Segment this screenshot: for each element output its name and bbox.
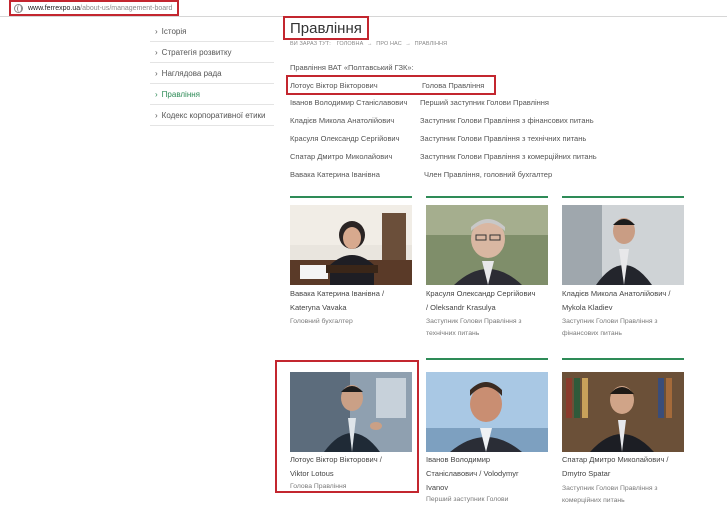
sidebar-item-label: Історія (161, 26, 187, 36)
sidebar-item-management-board[interactable]: › Правління (150, 84, 274, 105)
card-position-line: Заступник Голови Правління з (562, 485, 658, 492)
sidebar-item-label: Наглядова рада (161, 68, 222, 78)
card-position-line: комерційних питань (562, 496, 625, 504)
card-name-line: Іванов Володимир (426, 455, 491, 464)
address-bar[interactable]: www.ferrexpo.ua/about-us/management-boar… (9, 0, 179, 16)
card-name-line: Красуля Олександр Сергійович (426, 289, 536, 298)
card-name[interactable]: Красуля Олександр Сергійович / Oleksandr… (426, 287, 554, 315)
sidebar-item-ethics-code[interactable]: › Кодекс корпоративної етики (150, 105, 274, 126)
card-position: Заступник Голови Правління з фінансових … (562, 316, 690, 339)
breadcrumb-about[interactable]: Про нас (376, 41, 402, 47)
card-name-line: Dmytro Spatar (562, 469, 611, 478)
sidebar-item-label: Стратегія розвитку (161, 47, 232, 57)
card-accent-line (426, 358, 548, 360)
card-name-line: Кладієв Микола Анатолійович / (562, 289, 671, 298)
card-name[interactable]: Кладієв Микола Анатолійович / Mykola Kla… (562, 287, 690, 315)
breadcrumb-current: Правління (414, 41, 448, 47)
member-name: Кладієв Микола Анатолійович (290, 116, 395, 125)
card-name[interactable]: Вавака Катерина Іванівна / Kateryna Vava… (290, 287, 418, 315)
card-name-line: Станіславович / Volodymyr (426, 469, 519, 478)
card-name-line: Mykola Kladiev (562, 303, 613, 312)
sidebar-item-label: Правління (161, 89, 200, 99)
card-accent-line (562, 358, 684, 360)
url-path: /about-us/management-board (80, 4, 173, 12)
sidebar-item-strategy[interactable]: › Стратегія розвитку (150, 42, 274, 63)
globe-icon (14, 3, 23, 13)
member-position: Перший заступник Голови Правління (420, 98, 549, 107)
url-host: www.ferrexpo.ua (28, 4, 81, 12)
card-position: Перший заступник Голови (426, 494, 554, 506)
card-name-line: Ivanov (426, 483, 449, 492)
member-name: Лотоус Віктор Вікторович (290, 81, 378, 90)
sidebar-item-supervisory-board[interactable]: › Наглядова рада (150, 63, 274, 84)
member-position: Заступник Голови Правління з фінансових … (420, 116, 594, 125)
sidebar-item-history[interactable]: › Історія (150, 21, 274, 42)
browser-toolbar: www.ferrexpo.ua/about-us/management-boar… (0, 0, 727, 17)
member-position: Член Правління, головний бухгалтер (424, 170, 553, 179)
organization-heading: Правління ВАТ «Полтавський ГЗК»: (290, 63, 414, 72)
profile-photo (426, 372, 548, 452)
breadcrumb-prefix: Ви зараз тут: (290, 41, 331, 47)
chevron-right-icon: › (155, 89, 158, 99)
card-name-line: Вавака Катерина Іванівна / (290, 289, 385, 298)
chevron-right-icon: › (155, 68, 158, 78)
member-position: Заступник Голови Правління з технічних п… (420, 134, 587, 143)
card-name-line: Спатар Дмитро Миколайович / (562, 455, 669, 464)
highlight-frame (275, 360, 419, 493)
sidebar-item-label: Кодекс корпоративної етики (161, 110, 266, 120)
card-name[interactable]: Іванов Володимир Станіславович / Volodym… (426, 453, 554, 495)
card-position: Головний бухгалтер (290, 316, 418, 328)
card-position: Заступник Голови Правління з технічних п… (426, 316, 554, 339)
card-position-line: фінансових питань (562, 329, 622, 337)
profile-photo (290, 205, 412, 285)
card-position-line: Заступник Голови Правління з (426, 318, 522, 325)
member-name: Красуля Олександр Сергійович (290, 134, 400, 143)
chevron-right-icon: › (155, 110, 158, 120)
card-name[interactable]: Спатар Дмитро Миколайович / Dmytro Spata… (562, 453, 690, 481)
profile-photo (562, 205, 684, 285)
breadcrumb: Ви зараз тут: Головна → Про нас → Правлі… (290, 41, 448, 47)
card-name-line: / Oleksandr Krasulya (426, 303, 496, 312)
member-position: Заступник Голови Правління з комерційних… (420, 152, 597, 161)
member-name: Іванов Володимир Станіславович (290, 98, 408, 107)
page-title: Правління (283, 16, 369, 40)
member-position: Голова Правління (422, 81, 485, 90)
profile-photo (562, 372, 684, 452)
card-accent-line (562, 196, 684, 198)
card-name-line: Kateryna Vavaka (290, 303, 347, 312)
address-url: www.ferrexpo.ua/about-us/management-boar… (28, 5, 172, 12)
card-accent-line (426, 196, 548, 198)
card-accent-line (290, 196, 412, 198)
member-name: Спатар Дмитро Миколайович (290, 152, 393, 161)
card-position: Заступник Голови Правління з комерційних… (562, 483, 690, 506)
chevron-right-icon: › (155, 47, 158, 57)
chevron-right-icon: › (155, 26, 158, 36)
member-name: Вавака Катерина Іванівна (290, 170, 380, 179)
breadcrumb-home[interactable]: Головна (337, 41, 364, 47)
card-position-line: Заступник Голови Правління з (562, 318, 658, 325)
card-position-line: Перший заступник Голови (426, 496, 509, 503)
profile-photo (426, 205, 548, 285)
about-sidebar: › Історія › Стратегія розвитку › Наглядо… (150, 21, 274, 126)
card-position-line: Головний бухгалтер (290, 318, 353, 325)
card-position-line: технічних питань (426, 329, 480, 337)
